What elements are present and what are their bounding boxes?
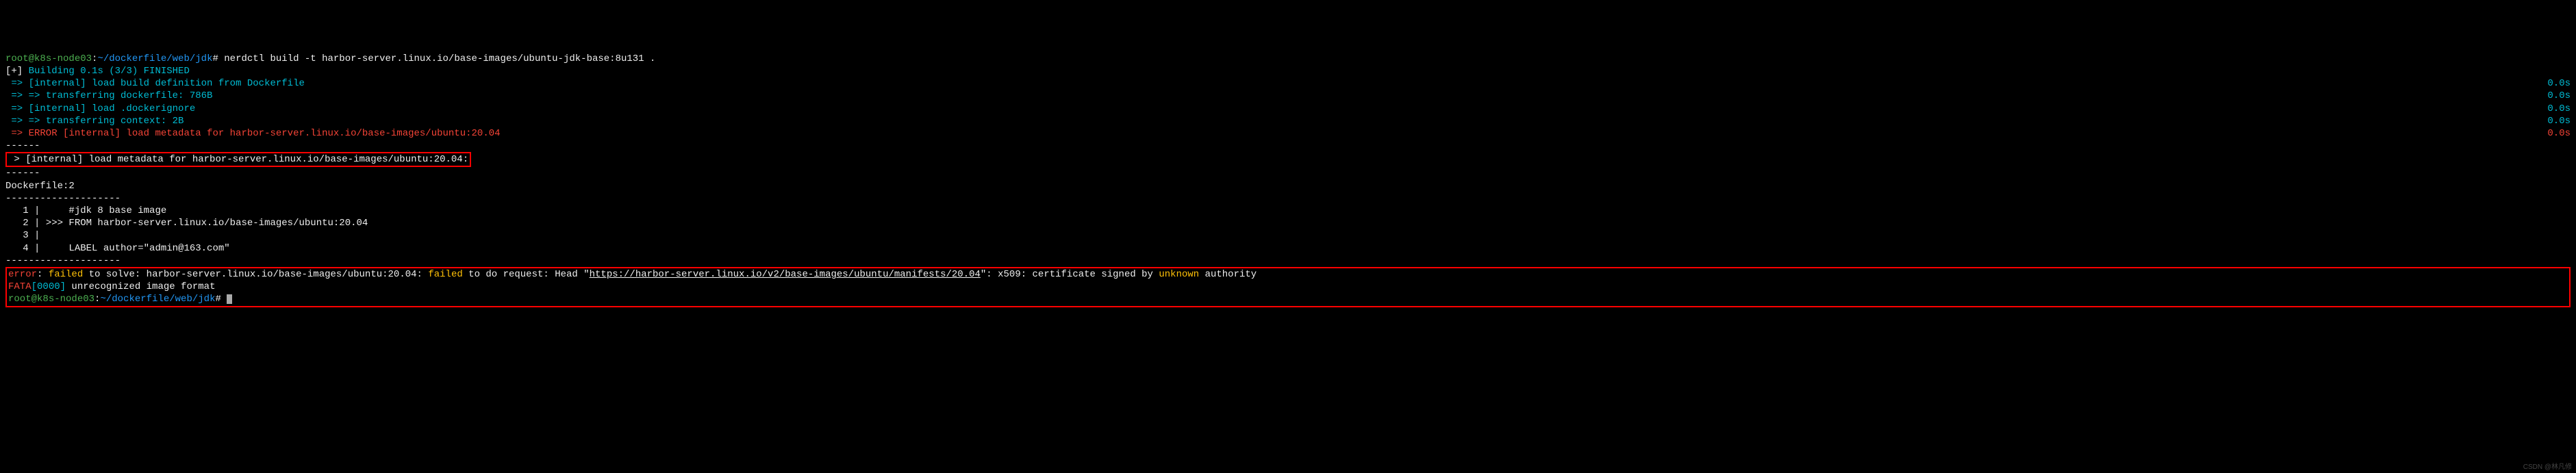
build-building: Building 0.1s (3/3) FINISHED: [29, 66, 190, 77]
fata-text: unrecognized image format: [66, 281, 215, 292]
dockerfile-line: 3 |: [5, 230, 40, 241]
cursor[interactable]: [227, 294, 232, 304]
dockerfile-label: Dockerfile:2: [5, 181, 75, 192]
prompt-host: k8s-node03: [37, 294, 94, 305]
command-text: nerdctl build -t harbor-server.linux.io/…: [224, 53, 655, 64]
build-status: [+]: [5, 66, 23, 77]
error-unknown: unknown: [1159, 269, 1199, 280]
fata-code: [0000]: [31, 281, 66, 292]
prompt-user: root: [5, 53, 29, 64]
dockerfile-line: 1 | #jdk 8 base image: [5, 205, 166, 216]
prompt-host: k8s-node03: [34, 53, 92, 64]
build-step: => => transferring dockerfile: 786B0.0s: [5, 90, 212, 101]
error-block: error: failed to solve: harbor-server.li…: [5, 267, 2571, 307]
build-step: => => transferring context: 2B0.0s: [5, 116, 184, 127]
prompt-symbol: #: [212, 53, 218, 64]
dockerfile-line: 2 | >>> FROM harbor-server.linux.io/base…: [5, 218, 368, 229]
fata-label: FATA: [8, 281, 31, 292]
prompt-path: ~/dockerfile/web/jdk: [100, 294, 215, 305]
build-step: => [internal] load .dockerignore0.0s: [5, 103, 195, 114]
prompt-path: ~/dockerfile/web/jdk: [97, 53, 212, 64]
terminal-output[interactable]: root@k8s-node03:~/dockerfile/web/jdk# ne…: [5, 53, 2571, 307]
build-step-error: => ERROR [internal] load metadata for ha…: [5, 128, 501, 139]
error-failed: failed: [428, 269, 462, 280]
dashes: --------------------: [5, 193, 121, 204]
prompt-symbol: #: [215, 294, 220, 305]
error-label: error: [8, 269, 37, 280]
dockerfile-line: 4 | LABEL author="admin@163.com": [5, 243, 230, 254]
error-url: https://harbor-server.linux.io/v2/base-i…: [590, 269, 981, 280]
metadata-line: > [internal] load metadata for harbor-se…: [5, 152, 471, 167]
separator: ------: [5, 140, 40, 151]
error-failed: failed: [49, 269, 83, 280]
prompt-user: root: [8, 294, 31, 305]
separator: ------: [5, 168, 40, 179]
dashes: --------------------: [5, 255, 121, 266]
build-step: => [internal] load build definition from…: [5, 78, 305, 89]
at-sign: @: [29, 53, 34, 64]
watermark: CSDN @林凡修: [2523, 463, 2572, 472]
